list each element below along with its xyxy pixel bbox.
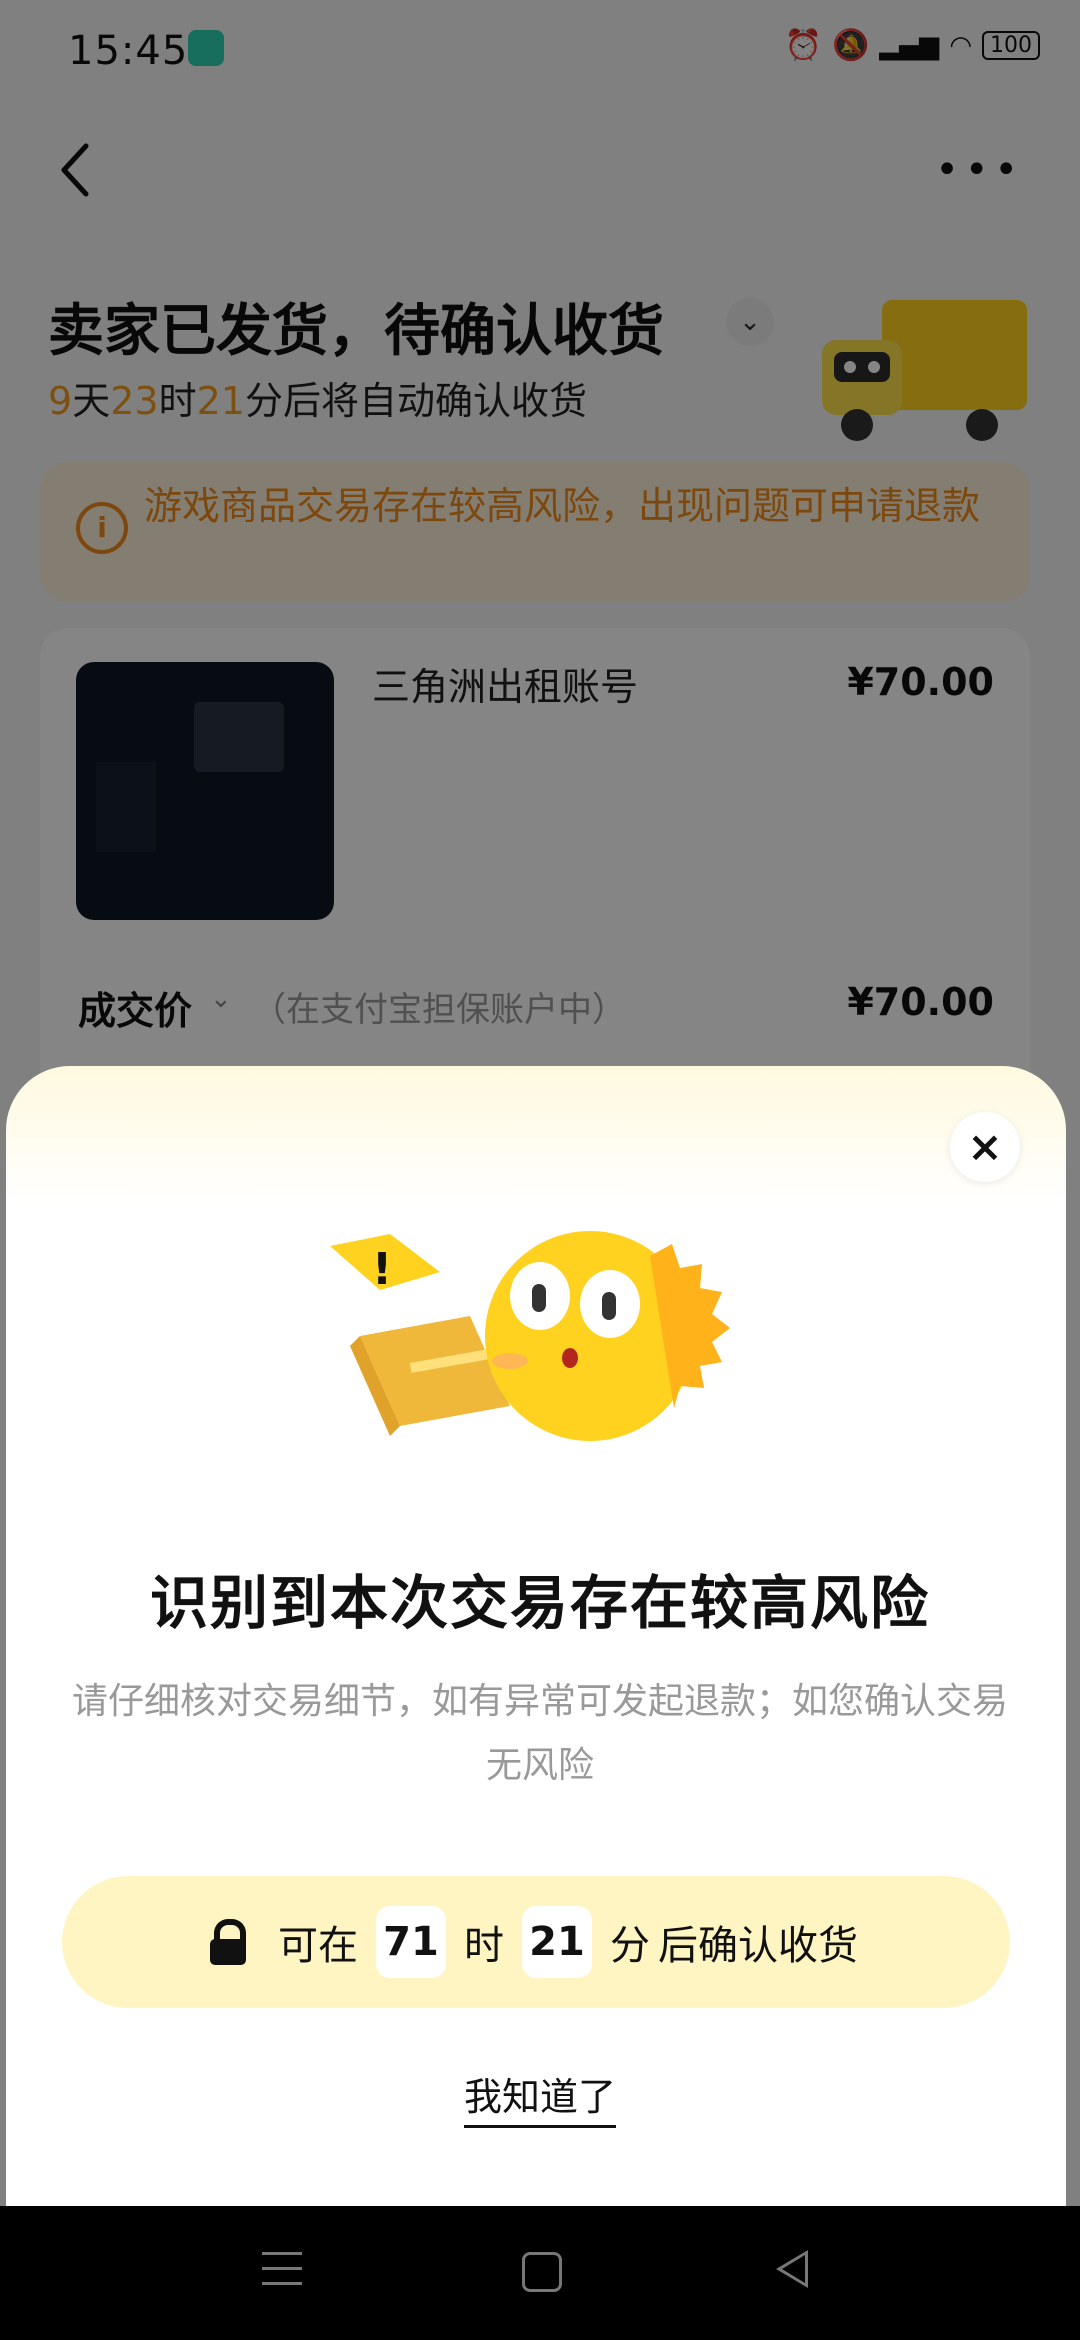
svg-text:!: !	[372, 1244, 392, 1295]
acknowledge-link-wrap: 我知道了	[0, 2066, 1080, 2128]
minutes-unit: 分	[610, 1923, 650, 1969]
sheet-description: 请仔细核对交易细节，如有异常可发起退款；如您确认交易无风险	[71, 1681, 1008, 1786]
confirm-prefix: 可在	[278, 1923, 358, 1969]
hours-unit: 时	[464, 1923, 504, 1969]
close-button[interactable]: ×	[950, 1112, 1020, 1182]
hours-remaining: 71	[376, 1906, 446, 1978]
recent-apps-icon[interactable]	[262, 2252, 302, 2288]
minutes-remaining: 21	[522, 1906, 592, 1978]
system-navigation-bar	[0, 2206, 1080, 2340]
acknowledge-button[interactable]: 我知道了	[463, 2075, 616, 2128]
sheet-title: 识别到本次交易存在较高风险	[149, 1569, 930, 1637]
confirm-suffix: 后确认收货	[658, 1923, 858, 1969]
warning-mascot-illustration: !	[330, 1231, 730, 1441]
lock-icon	[210, 1919, 246, 1965]
home-icon[interactable]	[522, 2252, 562, 2292]
confirm-receipt-button[interactable]: 可在 71 时 21 分 后确认收货	[62, 1876, 1010, 2008]
back-triangle-icon[interactable]	[776, 2250, 808, 2288]
